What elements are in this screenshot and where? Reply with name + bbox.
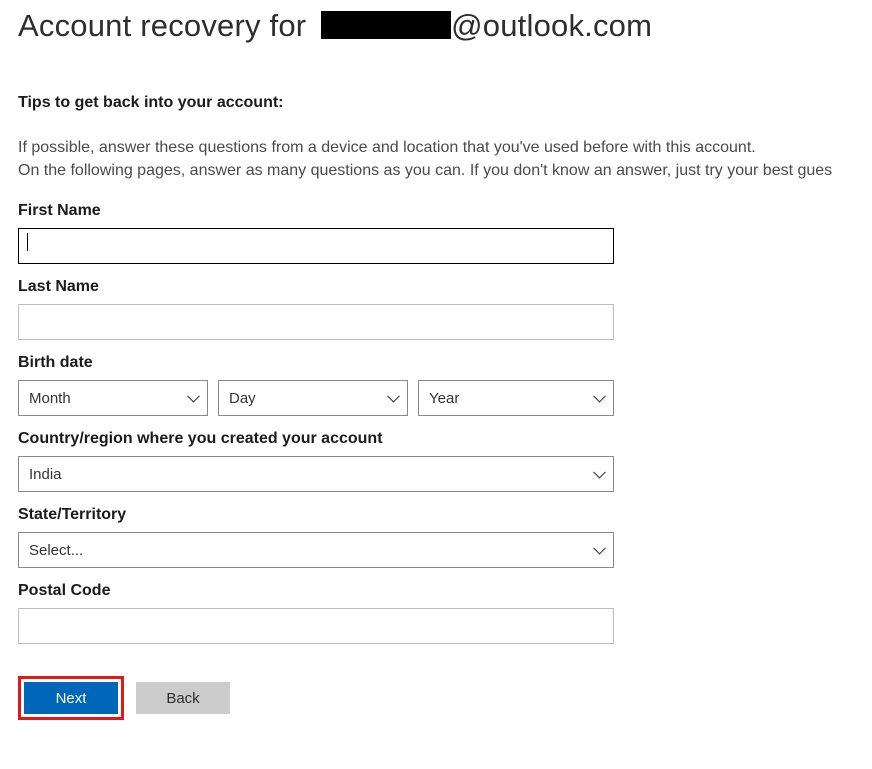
first-name-label: First Name	[18, 202, 854, 220]
last-name-label: Last Name	[18, 278, 854, 296]
back-button[interactable]: Back	[136, 682, 230, 714]
day-select[interactable]: Day	[218, 380, 408, 416]
state-group: State/Territory Select...	[18, 506, 854, 568]
button-row: Next Back	[18, 676, 854, 720]
tips-heading: Tips to get back into your account:	[18, 94, 854, 112]
first-name-group: First Name	[18, 202, 854, 264]
birth-date-group: Birth date Month Day Year	[18, 354, 854, 416]
last-name-group: Last Name	[18, 278, 854, 340]
title-tail-text: @outlook.com	[451, 8, 652, 44]
last-name-input[interactable]	[18, 304, 614, 340]
state-label: State/Territory	[18, 506, 854, 524]
postal-input[interactable]	[18, 608, 614, 644]
country-group: Country/region where you created your ac…	[18, 430, 854, 492]
page-title: Account recovery for @outlook.com	[18, 8, 854, 44]
postal-group: Postal Code	[18, 582, 854, 644]
redacted-email-local	[321, 11, 451, 39]
next-button[interactable]: Next	[24, 682, 118, 714]
year-select[interactable]: Year	[418, 380, 614, 416]
country-label: Country/region where you created your ac…	[18, 430, 854, 448]
birth-date-label: Birth date	[18, 354, 854, 372]
postal-label: Postal Code	[18, 582, 854, 600]
country-select[interactable]: India	[18, 456, 614, 492]
tips-line2: On the following pages, answer as many q…	[18, 162, 832, 179]
tips-body: If possible, answer these questions from…	[18, 136, 854, 182]
tips-line1: If possible, answer these questions from…	[18, 139, 756, 156]
text-caret	[27, 233, 28, 251]
first-name-input[interactable]	[18, 228, 614, 264]
title-lead-text: Account recovery for	[18, 8, 306, 44]
month-select[interactable]: Month	[18, 380, 208, 416]
next-button-highlight: Next	[18, 676, 124, 720]
state-select[interactable]: Select...	[18, 532, 614, 568]
